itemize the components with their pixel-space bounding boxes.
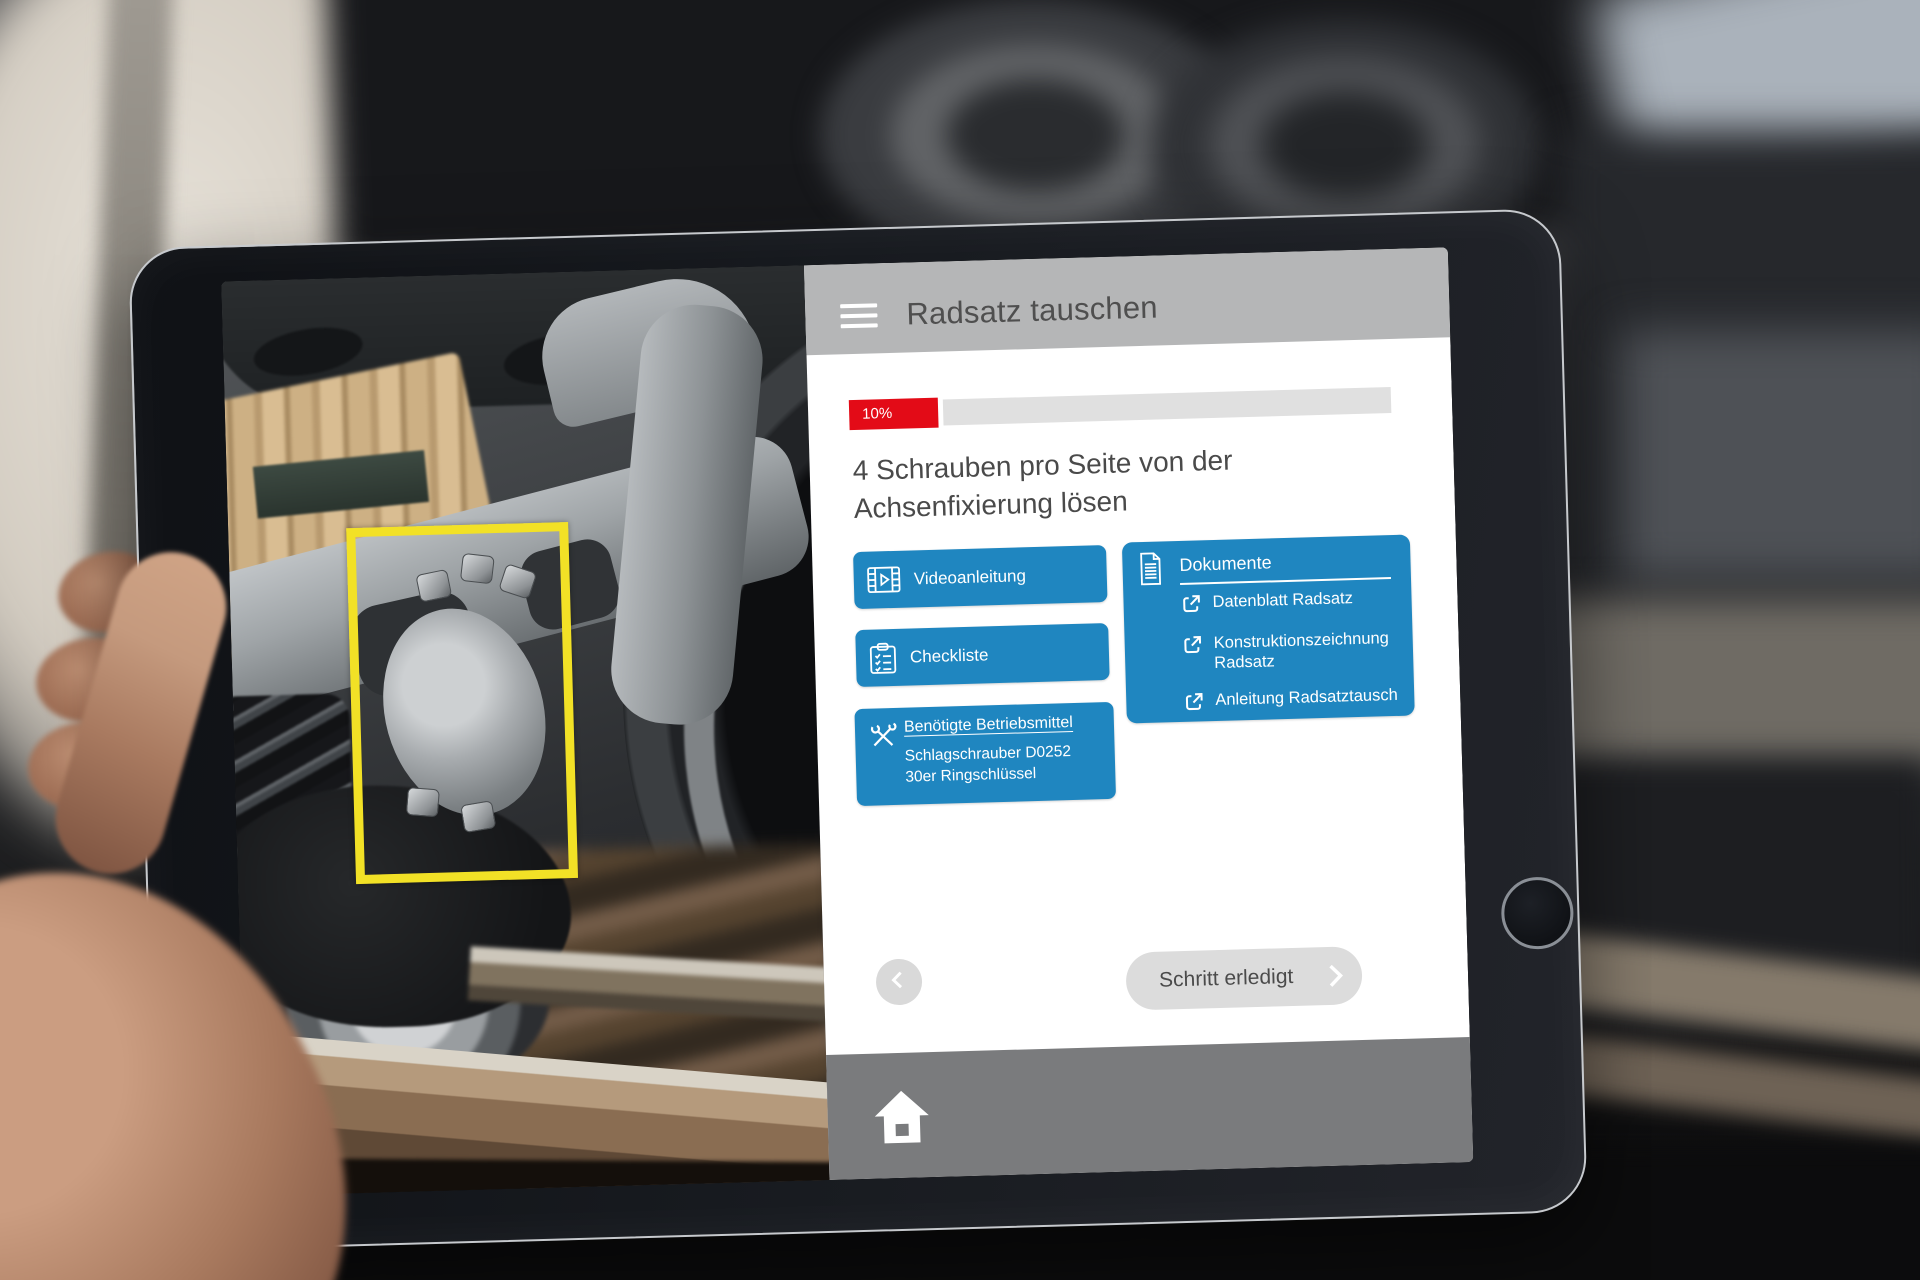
doc-link-label: Konstruktionszeichnung Radsatz [1213,627,1413,673]
external-link-icon [1180,592,1203,620]
film-play-icon [866,566,901,594]
tablet-home-button [1500,876,1574,950]
tablet-device: Radsatz tauschen 10% 4 Schrauben pro Sei… [128,208,1587,1252]
step-heading: 4 Schrauben pro Seite von der Achsenfixi… [852,438,1349,528]
doc-link-label: Anleitung Radsatztausch [1215,685,1398,710]
doc-link-datenblatt[interactable]: Datenblatt Radsatz [1180,588,1353,620]
step-done-label: Schritt erledigt [1159,965,1294,993]
progress-bar: 10% [849,385,1392,430]
equipment-box: Benötigte Betriebsmittel Schlagschrauber… [854,702,1116,806]
home-icon[interactable] [872,1089,932,1150]
ar-camera-view [221,265,829,1196]
video-guide-label: Videoanleitung [914,566,1027,589]
external-link-icon [1181,633,1204,661]
scene: Radsatz tauschen 10% 4 Schrauben pro Sei… [0,0,1920,1280]
menu-icon[interactable] [840,303,878,328]
checklist-button[interactable]: Checkliste [855,623,1109,687]
tools-icon [866,718,901,758]
chevron-right-icon [1321,960,1348,991]
panel-footer [826,1037,1473,1180]
external-link-icon [1183,690,1206,718]
back-button[interactable] [875,958,922,1005]
panel-header: Radsatz tauschen [804,247,1450,355]
bg-horizontal-band [1530,600,1920,770]
instruction-panel: Radsatz tauschen 10% 4 Schrauben pro Sei… [804,247,1473,1180]
clipboard-check-icon [869,641,898,674]
video-guide-button[interactable]: Videoanleitung [853,545,1107,609]
checklist-label: Checkliste [910,645,989,667]
doc-link-label: Datenblatt Radsatz [1212,588,1353,612]
document-icon [1136,551,1165,591]
chevron-left-icon [888,968,911,996]
equipment-item: 30er Ringschlüssel [905,762,1072,788]
documents-box: Dokumente Datenblatt Radsatz [1122,535,1415,724]
progress-track [943,387,1391,425]
page-title: Radsatz tauschen [906,289,1158,332]
doc-link-konstruktionszeichnung[interactable]: Konstruktionszeichnung Radsatz [1181,627,1413,673]
documents-title: Dokumente [1179,552,1272,576]
bg-rail-streak-2 [1548,1033,1920,1144]
step-done-button[interactable]: Schritt erledigt [1125,946,1363,1011]
ar-highlight-box [346,522,578,884]
doc-link-anleitung[interactable]: Anleitung Radsatztausch [1183,685,1398,718]
equipment-title: Benötigte Betriebsmittel [904,714,1073,737]
documents-title-underline [1180,577,1391,585]
bg-mid-structure [1620,330,1920,580]
tablet-screen: Radsatz tauschen 10% 4 Schrauben pro Sei… [221,247,1473,1196]
progress-fill: 10% [849,398,939,430]
